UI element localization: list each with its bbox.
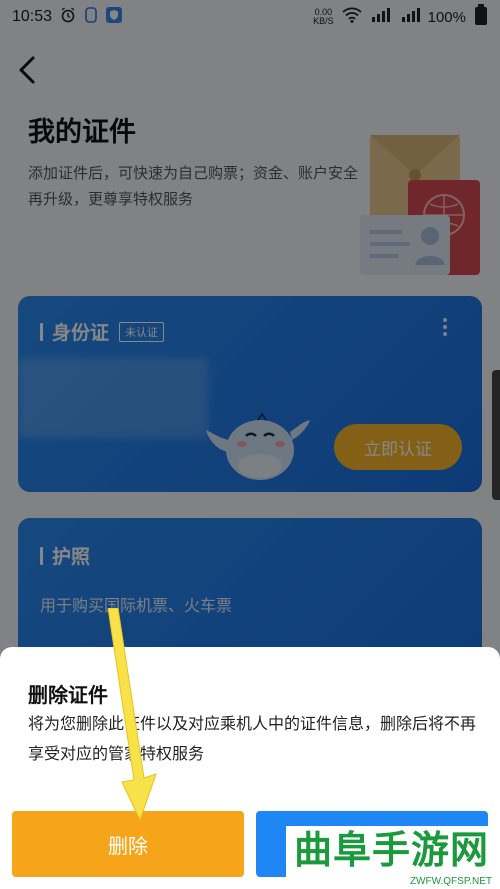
dialog-message: 将为您删除此证件以及对应乘机人中的证件信息，删除后将不再享受对应的管家特权服务 bbox=[28, 714, 477, 763]
watermark: 曲阜手游网 ZWFW.QFSP.NET bbox=[286, 826, 500, 889]
dialog-title: 删除证件 bbox=[28, 683, 108, 707]
watermark-url: ZWFW.QFSP.NET bbox=[409, 876, 492, 887]
watermark-text: 曲阜手游网 bbox=[294, 827, 490, 872]
pointer-arrow bbox=[100, 607, 160, 823]
